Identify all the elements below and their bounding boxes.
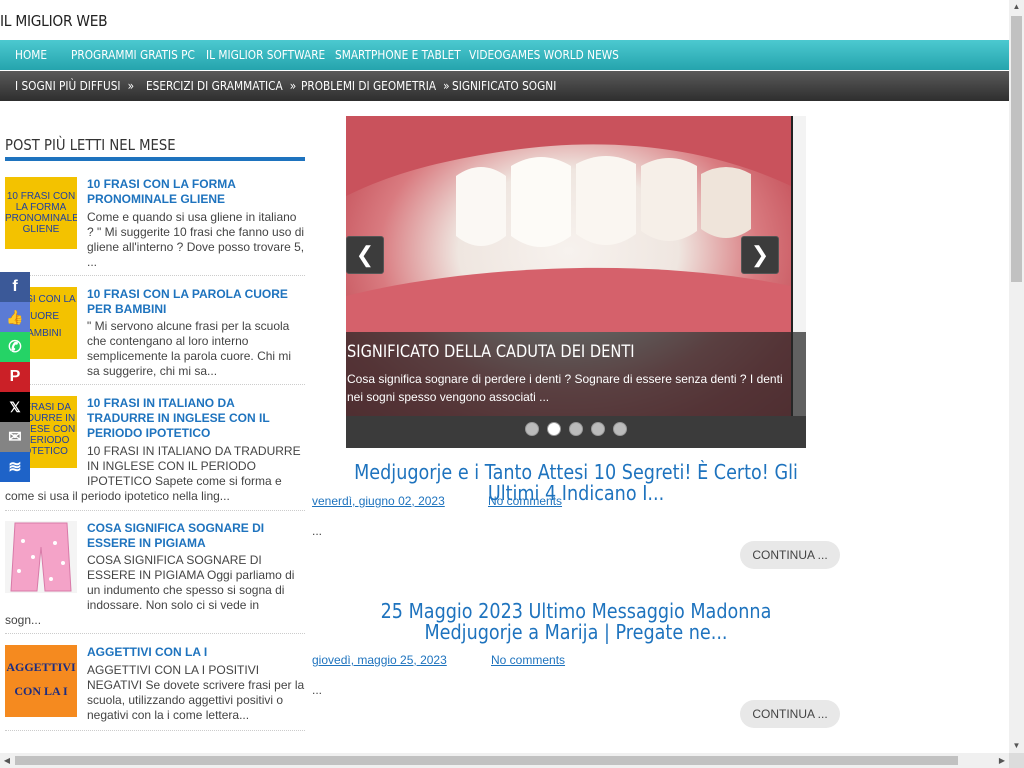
popular-post: COSA SIGNIFICA SOGNARE DI ESSERE IN PIGI… [5,521,305,634]
chevron-right-icon: » [127,79,135,93]
slider-dot[interactable] [613,422,627,436]
scroll-right-arrow-icon[interactable]: ▶ [995,753,1009,768]
post-excerpt: ... [312,524,323,538]
post-thumbnail[interactable]: 10 FRASI CON LA FORMA PRONOMINALE GLIENE [5,177,77,249]
featured-slider: SIGNIFICATO DELLA CADUTA DEI DENTI Cosa … [346,116,806,448]
read-more-button[interactable]: CONTINUA ... [740,700,840,728]
post-excerpt-continued: sogn... [5,613,42,627]
post-thumbnail[interactable]: AGGETTIVI CON LA I [5,645,77,717]
post-date-link[interactable]: venerdì, giugno 02, 2023 [312,494,445,508]
facebook-icon: f [12,278,18,295]
post-excerpt: 10 FRASI IN ITALIANO DA TRADURRE IN INGL… [87,444,301,488]
post-title-link[interactable]: 25 Maggio 2023 Ultimo Messaggio Madonna … [344,601,809,643]
primary-nav: HOME PROGRAMMI GRATIS PC IL MIGLIOR SOFT… [0,40,1009,70]
post-comments-link[interactable]: No comments [491,653,565,667]
popular-post: AGGETTIVI CON LA I AGGETTIVI CON LA I AG… [5,645,305,731]
pinterest-icon: P [9,368,21,385]
post-date-link[interactable]: giovedì, maggio 25, 2023 [312,653,447,667]
secondary-nav: I SOGNI PIÙ DIFFUSI » ESERCIZI DI GRAMMAT… [0,71,1009,101]
nav-label: PROBLEMI DI GEOMETRIA [301,79,437,93]
nav-item-smartphone-tablet[interactable]: SMARTPHONE E TABLET [335,40,461,70]
slide-title[interactable]: SIGNIFICATO DELLA CADUTA DEI DENTI [347,342,635,362]
post-excerpt: ... [312,683,323,697]
slider-prev-button[interactable]: ❮ [346,236,384,274]
thumbnail-caption: 10 FRASI CON LA FORMA PRONOMINALE GLIENE [5,191,77,235]
nav-label: SIGNIFICATO SOGNI [452,79,557,93]
slider-next-button[interactable]: ❯ [741,236,779,274]
post-title-link[interactable]: AGGETTIVI CON LA I [87,645,302,660]
nav-label: ESERCIZI DI GRAMMATICA [146,79,283,93]
post-excerpt: " Mi servono alcune frasi per la scuola … [87,319,292,378]
whatsapp-share-button[interactable]: ✆ [0,332,30,362]
x-share-button[interactable]: 𝕏 [0,392,30,422]
pajama-thumbnail[interactable] [5,521,77,593]
sumome-share-button[interactable]: ≋ [0,452,30,482]
scroll-left-arrow-icon[interactable]: ◀ [0,753,14,768]
nav-item-programmi-gratis-pc[interactable]: PROGRAMMI GRATIS PC [71,40,195,70]
vertical-scrollbar[interactable]: ▲ ▼ [1009,0,1024,753]
nav-item-sogni-diffusi[interactable]: I SOGNI PIÙ DIFFUSI » [15,71,134,101]
slider-pagination [346,422,806,436]
chevron-right-icon: » [443,79,450,93]
slider-dot[interactable] [525,422,539,436]
post-excerpt-continued: come si usa il periodo ipotetico nella l… [5,489,230,503]
popular-post: FRASI CON LA CUORE BAMBINI 10 FRASI CON … [5,287,305,385]
nav-item-il-miglior-software[interactable]: IL MIGLIOR SOFTWARE [206,40,325,70]
site-title[interactable]: IL MIGLIOR WEB [0,12,108,30]
slide-text: Cosa significa sognare di perdere i dent… [347,372,783,404]
slider-dot-active[interactable] [547,422,561,436]
post-excerpt: AGGETTIVI CON LA I POSITIVI NEGATIVI Se … [87,663,305,722]
chevron-left-icon: ❮ [355,242,375,267]
facebook-share-button[interactable]: f [0,272,30,302]
post-title-link[interactable]: 10 FRASI CON LA PAROLA CUORE PER BAMBINI [87,287,302,317]
post-comments-link[interactable]: No comments [488,494,562,508]
nav-item-videogames[interactable]: VIDEOGAMES WORLD NEWS [469,40,619,70]
thumbnail-caption: AGGETTIVI CON LA I [6,660,76,698]
widget-title-rule [5,157,305,161]
slider-dot[interactable] [569,422,583,436]
chevron-right-icon: » [289,79,297,93]
email-share-button[interactable]: ✉ [0,422,30,452]
pinterest-share-button[interactable]: P [0,362,30,392]
popular-post: 10 FRASI DA TRADURRE IN INGLESE CON IL P… [5,396,305,511]
sumome-icon: ≋ [8,459,22,476]
slide-caption: SIGNIFICATO DELLA CADUTA DEI DENTI Cosa … [346,332,806,416]
post-title-link[interactable]: 10 FRASI IN ITALIANO DA TRADURRE IN INGL… [87,396,302,441]
widget-title: POST PIÙ LETTI NEL MESE [5,136,176,154]
teeth-illustration [346,116,791,332]
nav-item-esercizi-grammatica[interactable]: ESERCIZI DI GRAMMATICA » [146,71,296,101]
scroll-down-arrow-icon[interactable]: ▼ [1009,739,1024,753]
post-title-link[interactable]: COSA SIGNIFICA SOGNARE DI ESSERE IN PIGI… [87,521,302,551]
scrollbar-corner [1009,753,1024,768]
x-icon: 𝕏 [9,398,21,415]
nav-item-problemi-geometria[interactable]: PROBLEMI DI GEOMETRIA » [301,71,450,101]
whatsapp-icon: ✆ [8,339,22,356]
nav-item-significato-sogni[interactable]: SIGNIFICATO SOGNI [452,71,556,101]
nav-label: I SOGNI PIÙ DIFFUSI [15,79,121,93]
post-excerpt: Come e quando si usa gliene in italiano … [87,210,305,269]
post-excerpt: COSA SIGNIFICA SOGNARE DI ESSERE IN PIGI… [87,553,295,612]
like-icon: 👍 [6,308,24,325]
horizontal-scroll-thumb[interactable] [15,756,958,765]
vertical-scroll-thumb[interactable] [1011,16,1022,282]
pajama-pants-icon [10,522,72,592]
post-title-link[interactable]: 10 FRASI CON LA FORMA PRONOMINALE GLIENE [87,177,302,207]
popular-post: 10 FRASI CON LA FORMA PRONOMINALE GLIENE… [5,177,305,276]
scroll-up-arrow-icon[interactable]: ▲ [1009,0,1024,14]
like-share-button[interactable]: 👍 [0,302,30,332]
read-more-button[interactable]: CONTINUA ... [740,541,840,569]
email-icon: ✉ [8,429,22,446]
slider-dot[interactable] [591,422,605,436]
nav-item-home[interactable]: HOME [15,40,47,70]
horizontal-scrollbar[interactable]: ◀ ▶ [0,753,1009,768]
chevron-right-icon: ❯ [750,242,770,267]
